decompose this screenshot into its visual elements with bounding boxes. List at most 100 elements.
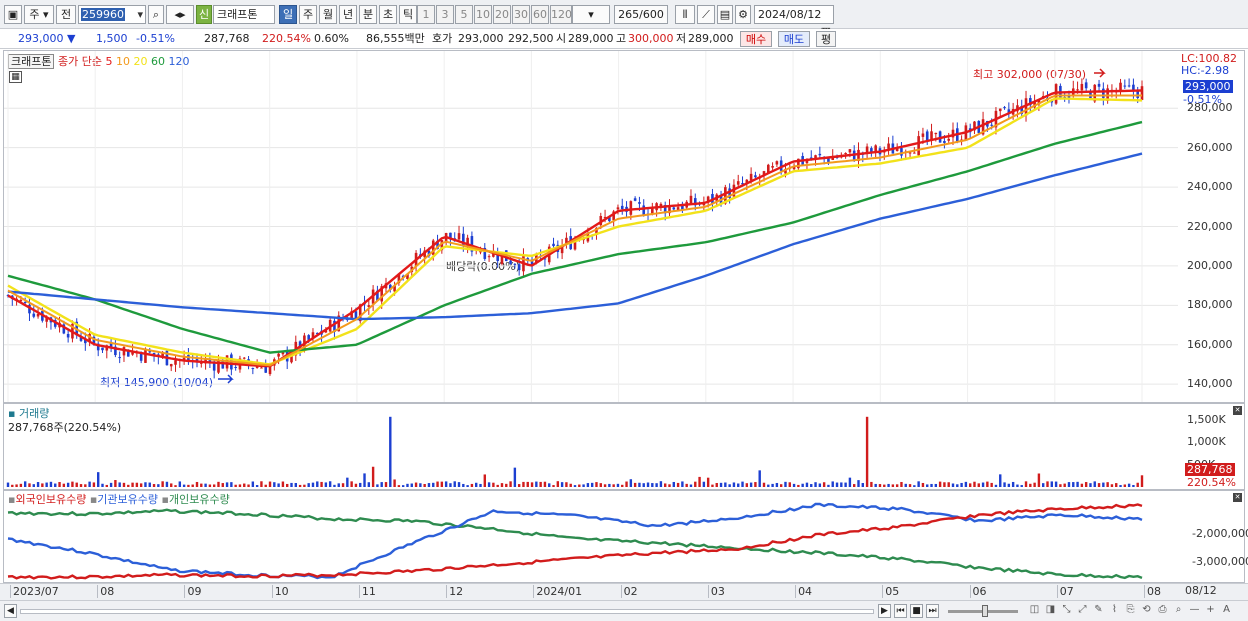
volume-bar xyxy=(1067,482,1071,487)
interval-tab[interactable]: 초 xyxy=(379,5,397,24)
volume-chart[interactable] xyxy=(4,404,1178,489)
volume-bar xyxy=(664,483,667,487)
candle-body xyxy=(736,181,740,185)
save-icon[interactable]: ▤ xyxy=(717,5,733,24)
buy-button[interactable]: 매수 xyxy=(740,31,772,47)
tick-option[interactable]: 20 xyxy=(493,5,511,24)
volume-bar xyxy=(917,481,920,487)
bar-count-field[interactable]: 265/600 xyxy=(614,5,668,24)
volume-bar xyxy=(999,474,1002,487)
scroll-track[interactable] xyxy=(20,609,874,614)
plus-icon[interactable]: + xyxy=(1204,604,1217,618)
period-type-dropdown[interactable]: 주 ▾ xyxy=(24,5,54,24)
stock-code-input[interactable]: 259960 ▾ xyxy=(78,5,146,24)
speaker-icon[interactable]: ◂▸ xyxy=(166,5,194,24)
interval-tab[interactable]: 월 xyxy=(319,5,337,24)
candle-body xyxy=(1102,88,1105,98)
font-icon[interactable]: A xyxy=(1220,604,1233,618)
bid-price: 292,500 xyxy=(508,32,554,45)
volume-bar xyxy=(1076,481,1079,487)
close-panel-icon[interactable]: ✕ xyxy=(1233,493,1242,502)
first-page-icon[interactable]: ⏮ xyxy=(894,604,907,618)
x-tick-label: 05 xyxy=(882,585,899,598)
y-tick-label: 200,000 xyxy=(1187,258,1233,272)
volume-bar xyxy=(612,484,615,487)
fit-icon[interactable]: ⤡ xyxy=(1060,604,1073,618)
eval-button[interactable]: 평 xyxy=(816,31,836,47)
search-icon[interactable]: ⌕ xyxy=(148,5,164,24)
price-value: 293,000 xyxy=(18,32,64,45)
candle-body xyxy=(182,357,186,360)
volume-bar xyxy=(968,483,972,487)
credit-badge: 신 xyxy=(196,5,212,24)
volume-bar xyxy=(466,485,469,487)
volume-bar xyxy=(204,483,207,487)
measure-icon[interactable]: ⌇ xyxy=(1108,604,1121,618)
volume-bar xyxy=(1102,482,1105,487)
candle-body xyxy=(1127,85,1131,87)
expand-icon[interactable]: ⤢ xyxy=(1076,604,1089,618)
reset-icon[interactable]: ⟲ xyxy=(1140,604,1153,618)
interval-tab[interactable]: 틱 xyxy=(399,5,417,24)
volume-bar xyxy=(32,484,35,487)
high-label: 고 xyxy=(616,32,627,45)
volume-bar xyxy=(1115,483,1118,487)
volume-bar xyxy=(62,483,66,487)
draw-icon[interactable]: ✎ xyxy=(1092,604,1105,618)
crosshair-icon[interactable]: ◫ xyxy=(1028,604,1041,618)
volume-bar xyxy=(659,481,663,487)
candle-body xyxy=(900,148,903,156)
last-page-icon[interactable]: ⏭ xyxy=(926,604,939,618)
layout-icon[interactable]: ◨ xyxy=(1044,604,1057,618)
interval-tab[interactable]: 일 xyxy=(279,5,297,24)
window-menu-icon[interactable]: ▣ xyxy=(4,5,22,24)
interval-tab[interactable]: 분 xyxy=(359,5,377,24)
prev-button[interactable]: 전 xyxy=(56,5,76,24)
volume-bar xyxy=(406,483,409,487)
volume-bar xyxy=(977,483,980,487)
scroll-right-icon[interactable]: ▶ xyxy=(878,604,891,618)
volume-bar xyxy=(230,482,233,487)
tick-option[interactable]: 5 xyxy=(455,5,473,24)
volume-bar xyxy=(187,484,190,487)
volume-bar xyxy=(303,484,306,487)
volume-bar xyxy=(328,481,332,487)
stop-icon[interactable]: ■ xyxy=(910,604,923,618)
tick-dropdown[interactable]: ▾ xyxy=(572,5,610,24)
date-input[interactable]: 2024/08/12▦ xyxy=(754,5,834,38)
scroll-left-icon[interactable]: ◀ xyxy=(4,604,17,618)
minus-icon[interactable]: — xyxy=(1188,604,1201,618)
code-dropdown-icon[interactable]: ▾ xyxy=(136,6,145,23)
print-icon[interactable]: ⎙ xyxy=(1156,604,1169,618)
volume-bar xyxy=(1072,482,1075,487)
candle-icon[interactable]: ⫴ xyxy=(675,5,695,24)
volume-bar xyxy=(389,416,392,487)
low-price: 289,000 xyxy=(688,32,734,45)
candle-body xyxy=(23,301,27,303)
volume-bar xyxy=(1084,482,1088,487)
volume-bar xyxy=(1136,482,1139,487)
tick-option[interactable]: 10 xyxy=(474,5,492,24)
tick-option[interactable]: 3 xyxy=(436,5,454,24)
copy-icon[interactable]: ⎘ xyxy=(1124,604,1137,618)
interval-tab[interactable]: 년 xyxy=(339,5,357,24)
tick-option[interactable]: 60 xyxy=(531,5,549,24)
interval-tab[interactable]: 주 xyxy=(299,5,317,24)
tick-option[interactable]: 120 xyxy=(550,5,572,24)
tick-option[interactable]: 30 xyxy=(512,5,530,24)
volume-bar xyxy=(822,482,826,487)
price-chart[interactable] xyxy=(4,51,1178,402)
gear-icon[interactable]: ⚙ xyxy=(735,5,751,24)
close-panel-icon[interactable]: ✕ xyxy=(1233,406,1242,415)
zoom-icon[interactable]: ⌕ xyxy=(1172,604,1185,618)
zoom-slider-handle[interactable] xyxy=(982,605,988,617)
draw-line-icon[interactable]: ⟋ xyxy=(697,5,715,24)
stock-name-field[interactable]: 크래프톤 xyxy=(213,5,275,24)
candle-body xyxy=(887,143,890,149)
tick-option[interactable]: 1 xyxy=(417,5,435,24)
holding-chart[interactable] xyxy=(4,491,1178,582)
volume-bar xyxy=(805,482,809,487)
sell-button[interactable]: 매도 xyxy=(778,31,810,47)
volume-bar xyxy=(97,472,100,487)
y-tick-label: 180,000 xyxy=(1187,298,1233,312)
